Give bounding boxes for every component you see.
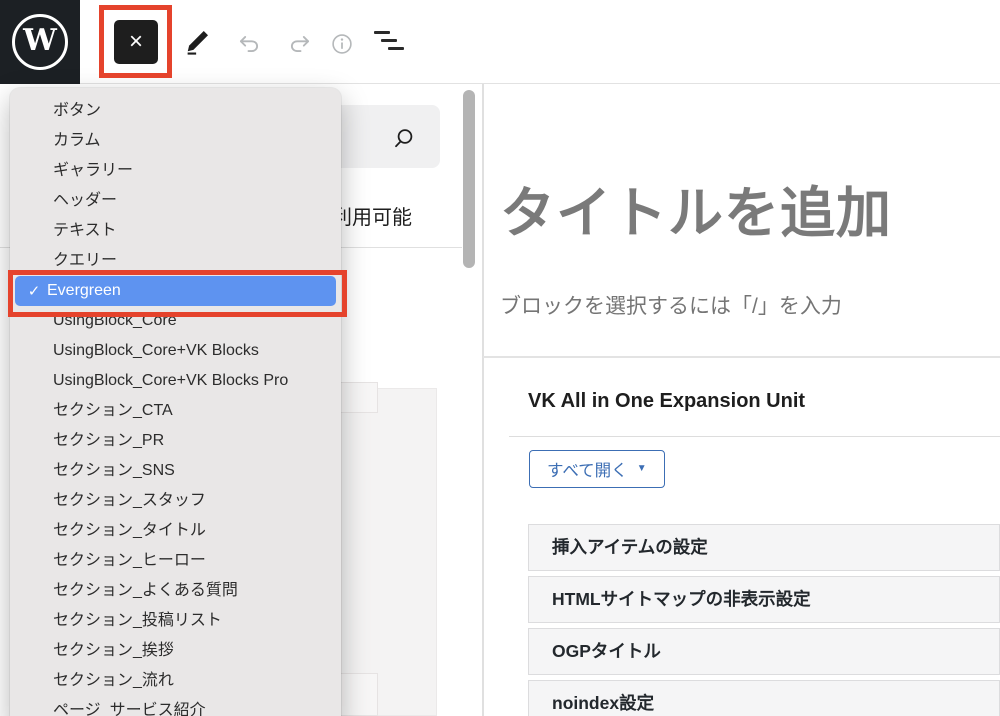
accordion-row-insert-item-settings[interactable]: 挿入アイテムの設定 xyxy=(528,524,1000,571)
wordpress-block-editor: W × xyxy=(0,0,1000,716)
panel-scrollbar-thumb[interactable] xyxy=(463,90,475,268)
dropdown-item-columns[interactable]: カラム xyxy=(10,126,341,156)
dropdown-item-section-flow[interactable]: セクション_流れ xyxy=(10,666,341,696)
expand-all-button[interactable]: すべて開く ▼ xyxy=(529,450,665,488)
annotation-box-close-button xyxy=(99,5,172,78)
pencil-icon xyxy=(182,27,212,57)
wordpress-logo-letter: W xyxy=(23,26,57,56)
list-view-icon xyxy=(374,29,406,53)
edit-mode-button[interactable] xyxy=(182,27,212,57)
wordpress-logo-button[interactable]: W xyxy=(0,0,80,84)
pattern-category-dropdown: ボタン カラム ギャラリー ヘッダー テキスト クエリー ✓ Evergreen… xyxy=(10,88,341,716)
expand-all-label: すべて開く xyxy=(547,457,628,481)
dropdown-item-buttons[interactable]: ボタン xyxy=(10,96,341,126)
block-appender-placeholder[interactable]: ブロックを選択するには「/」を入力 xyxy=(500,290,842,320)
undo-icon xyxy=(236,31,262,57)
info-icon xyxy=(329,31,355,57)
dropdown-item-usingblock-core-vk[interactable]: UsingBlock_Core+VK Blocks xyxy=(10,336,341,366)
dropdown-item-section-cta[interactable]: セクション_CTA xyxy=(10,396,341,426)
dropdown-item-header[interactable]: ヘッダー xyxy=(10,186,341,216)
annotation-box-evergreen xyxy=(8,270,347,317)
list-view-button[interactable] xyxy=(374,29,406,53)
accordion-row-noindex[interactable]: noindex設定 xyxy=(528,680,1000,716)
metabox-title-divider xyxy=(509,436,1000,437)
post-title-placeholder[interactable]: タイトルを追加 xyxy=(500,168,892,248)
dropdown-item-usingblock-core-vk-pro[interactable]: UsingBlock_Core+VK Blocks Pro xyxy=(10,366,341,396)
wordpress-logo-icon: W xyxy=(12,14,68,70)
metabox-top-border xyxy=(483,356,1000,358)
dropdown-item-gallery[interactable]: ギャラリー xyxy=(10,156,341,186)
dropdown-item-section-greeting[interactable]: セクション_挨拶 xyxy=(10,636,341,666)
dropdown-item-text[interactable]: テキスト xyxy=(10,216,341,246)
accordion-row-html-sitemap[interactable]: HTMLサイトマップの非表示設定 xyxy=(528,576,1000,623)
dropdown-item-section-hero[interactable]: セクション_ヒーロー xyxy=(10,546,341,576)
dropdown-item-section-staff[interactable]: セクション_スタッフ xyxy=(10,486,341,516)
metabox-title: VK All in One Expansion Unit xyxy=(528,390,805,413)
patterns-available-label: 利用可能 xyxy=(332,201,412,230)
redo-icon xyxy=(287,31,313,57)
dropdown-item-section-sns[interactable]: セクション_SNS xyxy=(10,456,341,486)
search-icon xyxy=(390,126,416,152)
dropdown-item-page-service[interactable]: ページ_サービス紹介 xyxy=(10,696,341,716)
dropdown-item-section-pr[interactable]: セクション_PR xyxy=(10,426,341,456)
dropdown-item-section-postlist[interactable]: セクション_投稿リスト xyxy=(10,606,341,636)
accordion-row-ogp-title[interactable]: OGPタイトル xyxy=(528,628,1000,675)
undo-button[interactable] xyxy=(236,31,262,57)
chevron-down-icon: ▼ xyxy=(637,464,647,474)
document-overview-info-button[interactable] xyxy=(329,31,355,57)
redo-button[interactable] xyxy=(287,31,313,57)
dropdown-item-section-title[interactable]: セクション_タイトル xyxy=(10,516,341,546)
panel-right-border xyxy=(482,84,484,716)
toolbar-bottom-border xyxy=(0,83,1000,84)
dropdown-item-section-faq[interactable]: セクション_よくある質問 xyxy=(10,576,341,606)
